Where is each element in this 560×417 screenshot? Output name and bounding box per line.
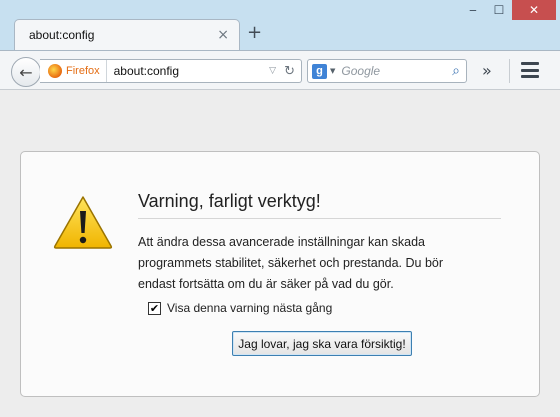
menu-line — [521, 75, 539, 78]
title-bar: ‒ ☐ ✕ about:config × + — [0, 0, 560, 50]
search-input[interactable]: Google — [341, 64, 452, 78]
navigation-toolbar: ← Firefox about:config ▽ ↻ g ▼ Google ⌕ … — [0, 50, 560, 90]
menu-line — [521, 68, 539, 72]
search-bar[interactable]: g ▼ Google ⌕ — [307, 59, 467, 83]
identity-label: Firefox — [66, 65, 100, 77]
back-arrow-icon: ← — [19, 62, 33, 82]
close-window-button[interactable]: ✕ — [512, 0, 556, 20]
warning-text: Att ändra dessa avancerade inställningar… — [138, 235, 444, 291]
reload-icon[interactable]: ↻ — [284, 64, 295, 79]
warning-title: Varning, farligt verktyg! — [138, 191, 501, 219]
magnifier-icon[interactable]: ⌕ — [452, 63, 460, 79]
close-tab-icon[interactable]: × — [217, 27, 229, 43]
back-button[interactable]: ← — [11, 57, 41, 87]
tab-title: about:config — [29, 28, 95, 42]
minimize-button[interactable]: ‒ — [460, 0, 486, 20]
google-icon[interactable]: g — [312, 63, 327, 79]
tab-about-config[interactable]: about:config × — [14, 19, 240, 50]
warning-triangle-icon — [53, 196, 113, 249]
menu-line — [521, 62, 539, 65]
new-tab-button[interactable]: + — [247, 22, 262, 43]
url-text[interactable]: about:config — [107, 64, 270, 78]
maximize-button[interactable]: ☐ — [486, 0, 512, 20]
overflow-chevron-icon[interactable]: » — [482, 61, 492, 80]
toolbar-separator — [509, 59, 510, 83]
show-warning-label[interactable]: Visa denna varning nästa gång — [167, 301, 332, 315]
show-warning-checkbox[interactable]: ✔ — [148, 301, 161, 315]
warning-box: Varning, farligt verktyg! Att ändra dess… — [20, 151, 540, 397]
identity-box[interactable]: Firefox — [40, 60, 107, 82]
accept-risk-button[interactable]: Jag lovar, jag ska vara försiktig! — [232, 331, 412, 356]
show-warning-checkbox-row[interactable]: ✔ Visa denna varning nästa gång — [148, 301, 332, 315]
url-bar[interactable]: Firefox about:config ▽ ↻ — [40, 59, 302, 83]
window-controls: ‒ ☐ ✕ — [460, 0, 556, 22]
history-dropmarker-icon[interactable]: ▽ — [269, 66, 276, 76]
engine-dropdown-icon[interactable]: ▼ — [330, 67, 335, 75]
firefox-icon — [48, 64, 62, 78]
hamburger-menu-icon[interactable] — [521, 62, 539, 78]
page-content: Varning, farligt verktyg! Att ändra dess… — [0, 90, 560, 417]
